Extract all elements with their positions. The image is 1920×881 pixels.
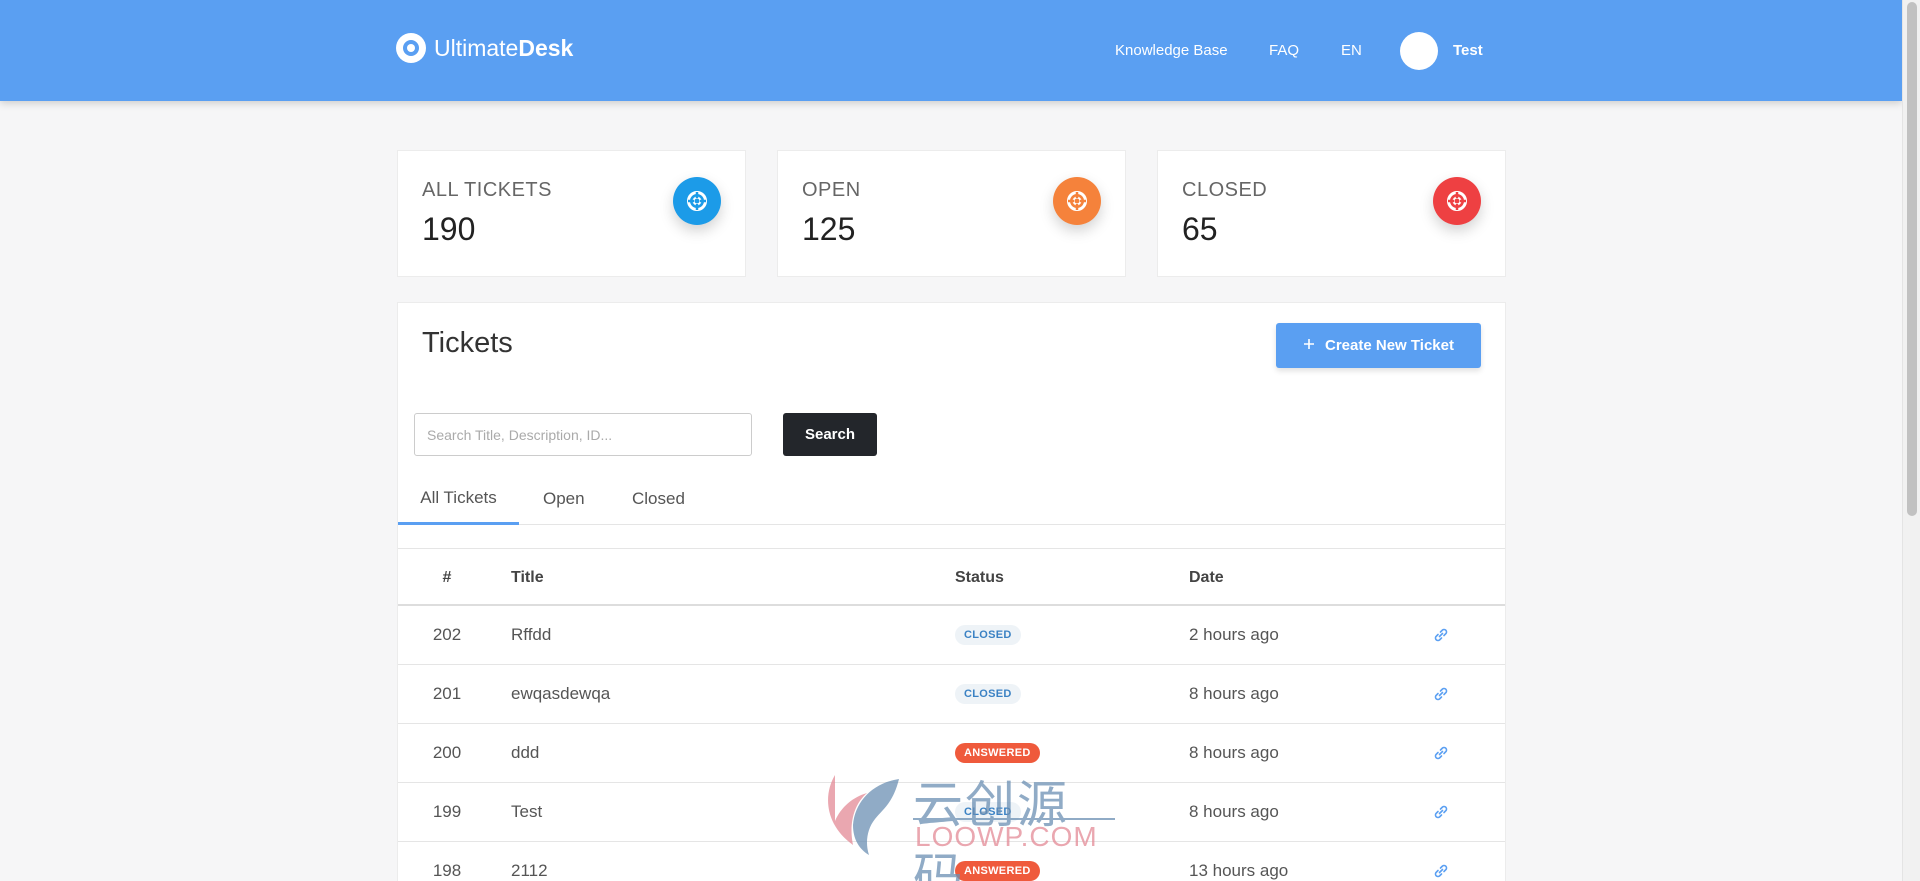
stat-card-all-tickets: ALL TICKETS 190 xyxy=(397,150,746,277)
ticket-title: Rffdd xyxy=(511,625,552,644)
lifebuoy-logo-icon xyxy=(396,33,426,63)
table-row[interactable]: 202 Rffdd CLOSED 2 hours ago xyxy=(398,606,1505,665)
ticket-date: 2 hours ago xyxy=(1189,625,1279,644)
nav-faq[interactable]: FAQ xyxy=(1269,0,1299,101)
ticket-title: Test xyxy=(511,802,543,821)
language-selector[interactable]: EN xyxy=(1341,0,1362,101)
ticket-title: ddd xyxy=(511,743,540,762)
brand-name-bold: Desk xyxy=(518,34,574,61)
ticket-id: 198 xyxy=(432,861,462,880)
plus-icon xyxy=(1303,337,1315,354)
create-ticket-label: Create New Ticket xyxy=(1325,337,1454,354)
lifebuoy-icon xyxy=(1433,177,1481,225)
tickets-table: # Title Status Date 202 Rffdd CLOSED 2 h… xyxy=(398,548,1505,881)
nav-knowledge-base[interactable]: Knowledge Base xyxy=(1115,0,1228,101)
tab-closed[interactable]: Closed xyxy=(632,473,685,525)
table-row[interactable]: 198 2112 ANSWERED 13 hours ago xyxy=(398,842,1505,881)
tickets-panel: Tickets Create New Ticket Search All Tic… xyxy=(397,302,1506,881)
stat-card-open: OPEN 125 xyxy=(777,150,1126,277)
tab-open[interactable]: Open xyxy=(543,473,585,525)
stat-card-closed: CLOSED 65 xyxy=(1157,150,1506,277)
brand-name-light: Ultimate xyxy=(434,34,519,61)
search-input[interactable] xyxy=(414,413,752,456)
top-header: UltimateDesk Knowledge Base FAQ EN Test xyxy=(0,0,1902,101)
tab-all-tickets[interactable]: All Tickets xyxy=(398,473,519,525)
lifebuoy-icon xyxy=(1053,177,1101,225)
column-header-id: # xyxy=(442,568,452,586)
user-menu-name[interactable]: Test xyxy=(1453,0,1483,101)
ticket-id: 200 xyxy=(432,743,462,762)
stat-label: OPEN xyxy=(802,179,861,201)
ticket-date: 8 hours ago xyxy=(1189,743,1279,762)
ticket-id: 201 xyxy=(432,684,462,703)
brand-logo-link[interactable]: UltimateDesk xyxy=(396,33,573,63)
status-badge: ANSWERED xyxy=(955,861,1040,881)
ticket-date: 13 hours ago xyxy=(1189,861,1289,880)
ticket-filter-tabs: All Tickets Open Closed xyxy=(398,473,1505,525)
create-ticket-button[interactable]: Create New Ticket xyxy=(1276,323,1481,368)
ticket-title: ewqasdewqa xyxy=(511,684,611,703)
column-header-title: Title xyxy=(511,568,544,586)
table-header: # Title Status Date xyxy=(398,549,1505,606)
status-badge: CLOSED xyxy=(955,802,1021,822)
ticket-id: 202 xyxy=(432,625,462,644)
user-avatar[interactable] xyxy=(1400,32,1438,70)
scrollbar-thumb[interactable] xyxy=(1907,2,1917,516)
column-header-status: Status xyxy=(955,568,1004,586)
stat-label: CLOSED xyxy=(1182,179,1268,201)
link-icon[interactable] xyxy=(1432,665,1450,723)
page-scrollbar[interactable] xyxy=(1902,0,1920,881)
link-icon[interactable] xyxy=(1432,842,1450,881)
link-icon[interactable] xyxy=(1432,606,1450,664)
table-row[interactable]: 201 ewqasdewqa CLOSED 8 hours ago xyxy=(398,665,1505,724)
status-badge: ANSWERED xyxy=(955,743,1040,763)
column-header-date: Date xyxy=(1189,568,1224,586)
stat-value: 125 xyxy=(802,211,856,247)
search-button[interactable]: Search xyxy=(783,413,877,456)
status-badge: CLOSED xyxy=(955,684,1021,704)
table-row[interactable]: 199 Test CLOSED 8 hours ago xyxy=(398,783,1505,842)
ticket-title: 2112 xyxy=(511,861,548,880)
stat-value: 190 xyxy=(422,211,476,247)
ticket-id: 199 xyxy=(432,802,462,821)
ticket-date: 8 hours ago xyxy=(1189,684,1279,703)
link-icon[interactable] xyxy=(1432,783,1450,841)
lifebuoy-icon xyxy=(673,177,721,225)
ticket-date: 8 hours ago xyxy=(1189,802,1279,821)
table-row[interactable]: 200 ddd ANSWERED 8 hours ago xyxy=(398,724,1505,783)
stat-label: ALL TICKETS xyxy=(422,179,552,201)
page-title: Tickets xyxy=(422,327,513,359)
link-icon[interactable] xyxy=(1432,724,1450,782)
status-badge: CLOSED xyxy=(955,625,1021,645)
stat-value: 65 xyxy=(1182,211,1218,247)
